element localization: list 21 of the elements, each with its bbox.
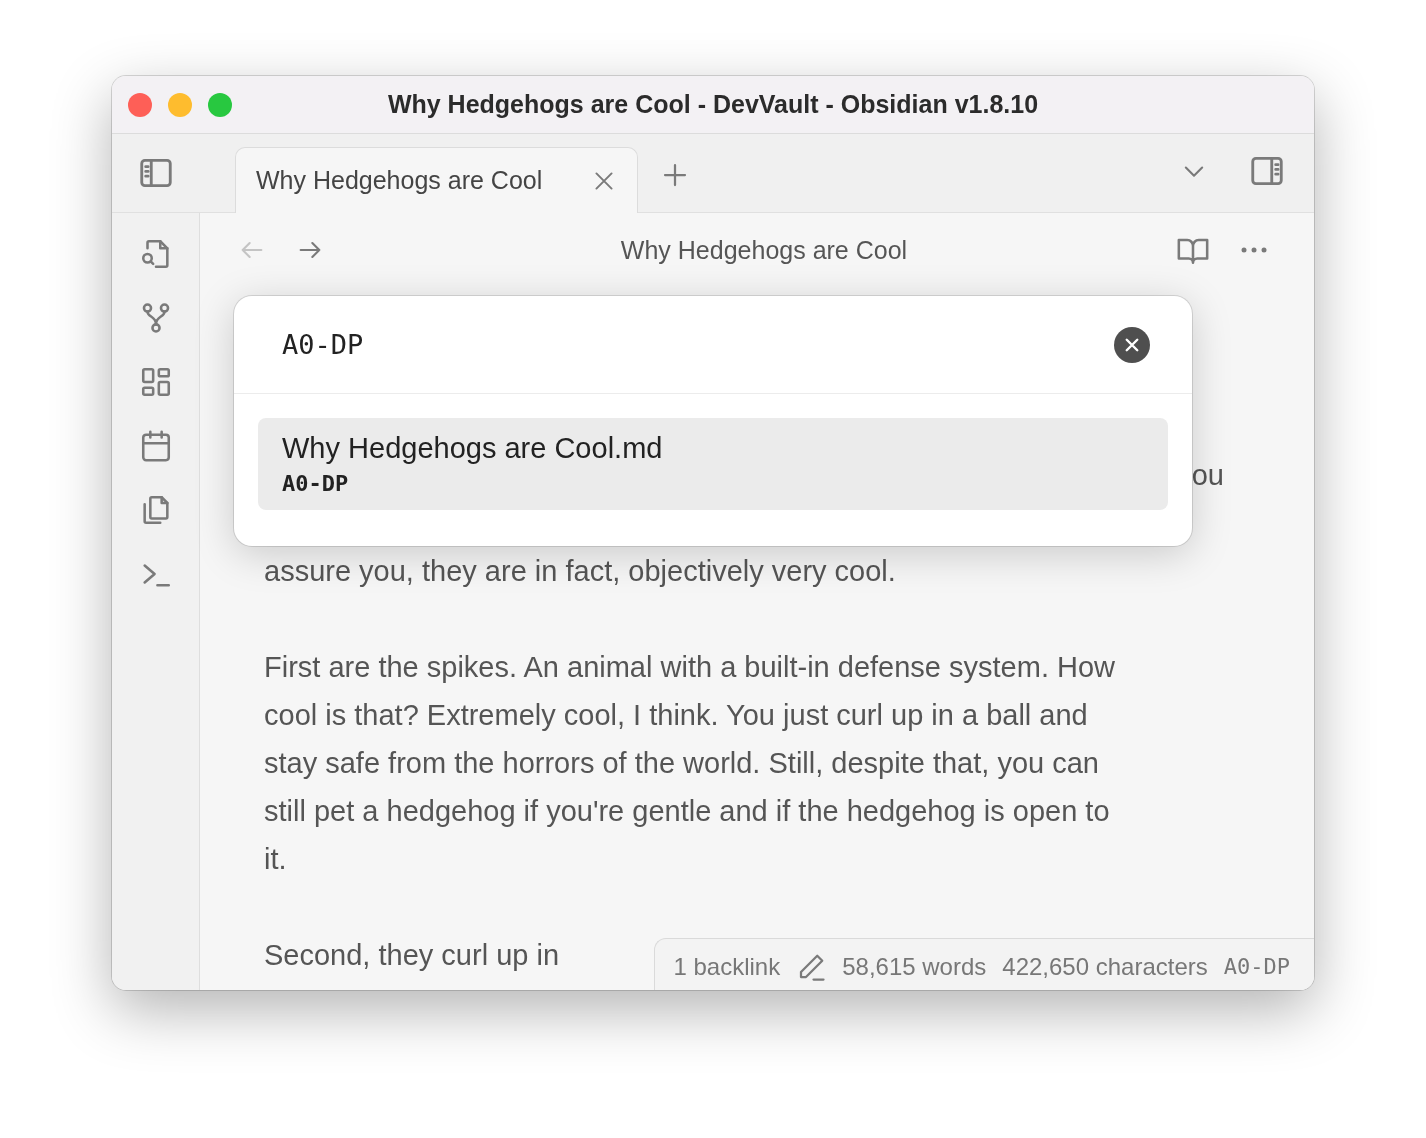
note-title: Why Hedgehogs are Cool [620, 235, 908, 265]
search-result[interactable]: Why Hedgehogs are Cool.md A0-DP [258, 418, 1168, 510]
maximize-window-button[interactable] [208, 92, 232, 117]
word-count: 58,615 words [842, 952, 987, 981]
paragraph-text: First are the spikes. An animal with a built-in defense system. How [264, 651, 1116, 683]
paragraph-text: ou [1191, 459, 1224, 491]
more-options-icon[interactable] [1240, 246, 1268, 254]
note-tab[interactable]: Why Hedgehogs are Cool [235, 147, 638, 213]
paragraph-text: Second, they curl up in [264, 939, 559, 971]
search-input-field[interactable]: A0-DP [282, 329, 1114, 360]
paragraph-text: stay safe from the horrors of the world. Still, despite that, you can [264, 747, 1099, 779]
status-code: A0-DP [1223, 954, 1290, 979]
paragraph-text: it. [264, 843, 287, 875]
character-count: 422,650 characters [1002, 952, 1208, 981]
paragraph-text: still pet a hedgehog if you're gentle and if the hedgehog is open to [264, 795, 1110, 827]
paragraph-text: cool is that? Extremely cool, I think. You just curl up in a ball and [264, 699, 1088, 731]
backlink-count[interactable]: 1 backlink [673, 952, 781, 981]
clear-search-button[interactable] [1114, 326, 1150, 363]
paragraph-text: assure you, they are in fact, objectively very cool. [264, 555, 896, 587]
window-title: Why Hedgehogs are Cool - DevVault - Obsidian v1.8.10 [387, 90, 1039, 119]
close-window-button[interactable] [128, 92, 152, 117]
